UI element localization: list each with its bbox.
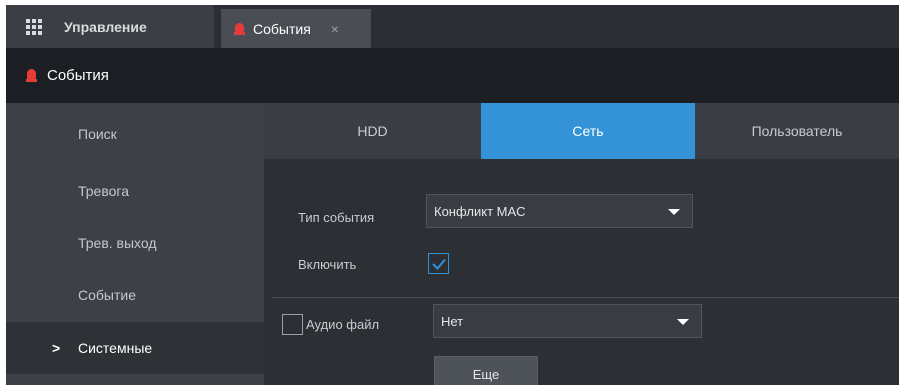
- sidebar-item-label: Поиск: [78, 126, 117, 142]
- page-title-bar: События: [6, 48, 899, 103]
- event-type-label: Тип события: [298, 210, 375, 225]
- sidebar-item-label: Событие: [78, 287, 136, 303]
- enable-label: Включить: [298, 257, 357, 272]
- top-tab-bar: Управление События ×: [6, 5, 899, 48]
- tab-network-label: Сеть: [572, 123, 604, 139]
- chevron-down-icon: [668, 209, 680, 215]
- tab-events[interactable]: События ×: [221, 9, 371, 48]
- audio-file-checkbox[interactable]: [282, 314, 303, 335]
- tab-hdd[interactable]: HDD: [264, 103, 481, 159]
- sidebar-item-label: Тревога: [78, 183, 129, 199]
- page-title: События: [47, 67, 109, 84]
- chevron-right-icon: >: [52, 340, 61, 356]
- main-content: HDD Сеть Пользователь Тип события Конфли…: [264, 103, 899, 385]
- event-type-value: Конфликт MAC: [434, 203, 526, 219]
- more-button-label: Еще: [472, 366, 500, 382]
- sidebar: Поиск Тревога Трев. выход Событие > Сист…: [6, 103, 264, 385]
- more-button[interactable]: Еще: [434, 356, 538, 385]
- sidebar-item-alarm[interactable]: Тревога: [6, 165, 264, 217]
- close-icon[interactable]: ×: [331, 21, 339, 37]
- tab-management[interactable]: Управление: [6, 5, 214, 48]
- chevron-down-icon: [677, 319, 689, 325]
- audio-file-value: Нет: [441, 313, 464, 329]
- event-type-tabs: HDD Сеть Пользователь: [264, 103, 899, 159]
- sidebar-item-system[interactable]: > Системные: [6, 322, 264, 374]
- audio-file-label: Аудио файл: [306, 317, 380, 332]
- event-type-select[interactable]: Конфликт MAC: [426, 194, 693, 228]
- checkmark-icon: [432, 258, 446, 270]
- app-window: Управление События × События Поиск Трево…: [6, 5, 899, 385]
- tab-management-label: Управление: [64, 18, 147, 35]
- sidebar-item-event[interactable]: Событие: [6, 269, 264, 321]
- tab-network[interactable]: Сеть: [481, 103, 695, 159]
- alarm-light-icon: [26, 69, 37, 82]
- sidebar-item-label: Системные: [78, 340, 153, 356]
- tab-user-label: Пользователь: [751, 123, 843, 139]
- sidebar-item-search[interactable]: Поиск: [6, 108, 264, 160]
- grid-menu-icon: [26, 18, 42, 35]
- sidebar-item-label: Трев. выход: [78, 235, 157, 251]
- sidebar-item-alarm-output[interactable]: Трев. выход: [6, 217, 264, 269]
- tab-hdd-label: HDD: [357, 123, 388, 139]
- alarm-light-icon: [234, 22, 245, 35]
- tab-events-label: События: [253, 20, 311, 37]
- enable-checkbox[interactable]: [428, 253, 449, 274]
- tab-user[interactable]: Пользователь: [695, 103, 899, 159]
- audio-file-select[interactable]: Нет: [433, 304, 702, 338]
- section-divider: [272, 297, 899, 298]
